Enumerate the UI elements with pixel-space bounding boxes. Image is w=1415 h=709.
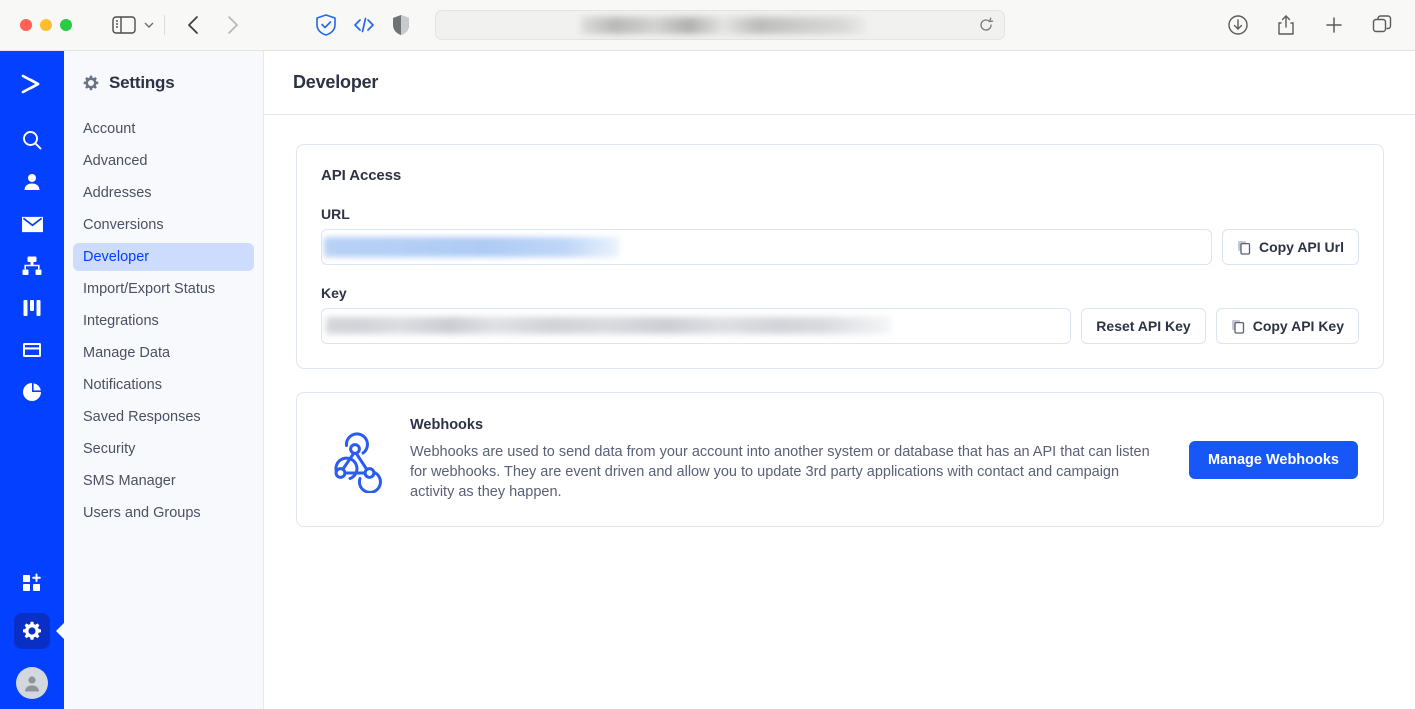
webhooks-card: Webhooks Webhooks are used to send data …	[296, 392, 1384, 527]
share-icon[interactable]	[1275, 14, 1297, 36]
browser-chrome	[0, 0, 1415, 51]
sidebar-item-advanced[interactable]: Advanced	[73, 147, 254, 175]
active-indicator-arrow	[56, 623, 64, 639]
gear-icon	[83, 75, 99, 91]
api-access-card: API Access URL Copy API Url Key Reset AP…	[296, 144, 1384, 369]
sidebar-item-developer[interactable]: Developer	[73, 243, 254, 271]
sidebar-item-settings[interactable]	[14, 613, 64, 649]
reload-icon[interactable]	[978, 17, 994, 33]
manage-webhooks-button[interactable]: Manage Webhooks	[1188, 440, 1358, 479]
copy-icon	[1231, 319, 1245, 334]
rail-bottom-group	[14, 557, 64, 709]
sidebar-item-deals[interactable]	[16, 292, 48, 324]
content-body: API Access URL Copy API Url Key Reset AP…	[264, 115, 1415, 527]
sidebar-item-addresses[interactable]: Addresses	[73, 179, 254, 207]
address-bar[interactable]	[435, 10, 1005, 40]
sidebar-item-reports[interactable]	[16, 376, 48, 408]
api-key-value-redacted	[326, 317, 891, 334]
sidebar-item-saved-responses[interactable]: Saved Responses	[73, 403, 254, 431]
copy-icon	[1237, 240, 1251, 255]
settings-nav-list: Account Advanced Addresses Conversions D…	[64, 115, 263, 527]
activecampaign-logo-icon[interactable]	[16, 68, 48, 100]
api-url-value-redacted	[324, 237, 619, 257]
api-url-label: URL	[321, 206, 350, 222]
webhooks-text-block: Webhooks Webhooks are used to send data …	[410, 417, 1167, 502]
zoom-window-button[interactable]	[60, 19, 72, 31]
url-text-redacted	[581, 17, 866, 34]
browser-toolbar-right	[1227, 14, 1393, 36]
sidebar-item-conversions[interactable]: Conversions	[73, 211, 254, 239]
page-title: Developer	[293, 72, 379, 92]
app-rail	[0, 51, 64, 709]
apps-plus-icon[interactable]	[16, 567, 48, 599]
reset-api-key-label: Reset API Key	[1096, 318, 1191, 334]
tab-overview-icon[interactable]	[1371, 14, 1393, 36]
sidebar-item-security[interactable]: Security	[73, 435, 254, 463]
api-key-row: Reset API Key Copy API Key	[321, 308, 1359, 344]
sidebar-item-contacts[interactable]	[16, 166, 48, 198]
sidebar-item-manage-data[interactable]: Manage Data	[73, 339, 254, 367]
api-url-field-block: URL Copy API Url	[321, 206, 1359, 265]
forward-button[interactable]	[219, 12, 245, 38]
sidebar-item-sms-manager[interactable]: SMS Manager	[73, 467, 254, 495]
minimize-window-button[interactable]	[40, 19, 52, 31]
webhook-icon	[322, 427, 388, 494]
sidebar-item-import-export-status[interactable]: Import/Export Status	[73, 275, 254, 303]
api-key-field-block: Key Reset API Key Copy API Key	[321, 285, 1359, 344]
api-url-input[interactable]	[321, 229, 1212, 265]
settings-panel-title: Settings	[109, 73, 175, 92]
new-tab-icon[interactable]	[1323, 14, 1345, 36]
reset-api-key-button[interactable]: Reset API Key	[1081, 308, 1206, 344]
code-icon[interactable]	[353, 14, 375, 36]
sidebar-item-account[interactable]: Account	[73, 115, 254, 143]
sidebar-toggle-icon[interactable]	[112, 15, 136, 35]
sidebar-item-search[interactable]	[16, 124, 48, 156]
sidebar-item-automations[interactable]	[16, 250, 48, 282]
copy-api-url-button[interactable]: Copy API Url	[1221, 229, 1359, 265]
page-header: Developer	[264, 51, 1415, 115]
privacy-report-icon[interactable]	[391, 14, 411, 36]
api-access-heading: API Access	[321, 167, 402, 184]
account-avatar[interactable]	[16, 667, 48, 699]
webhooks-description: Webhooks are used to send data from your…	[410, 444, 1150, 500]
chevron-down-icon[interactable]	[142, 15, 156, 35]
sidebar-item-notifications[interactable]: Notifications	[73, 371, 254, 399]
main-content: Developer API Access URL Copy API Url Ke…	[264, 51, 1415, 709]
api-key-input[interactable]	[321, 308, 1072, 344]
sidebar-item-campaigns[interactable]	[16, 208, 48, 240]
close-window-button[interactable]	[20, 19, 32, 31]
api-key-label: Key	[321, 285, 347, 301]
copy-api-key-label: Copy API Key	[1252, 318, 1344, 334]
webhooks-title: Webhooks	[410, 417, 484, 433]
shield-check-icon[interactable]	[315, 13, 337, 37]
sidebar-item-integrations[interactable]: Integrations	[73, 307, 254, 335]
settings-panel-header: Settings	[64, 51, 263, 93]
back-button[interactable]	[181, 12, 207, 38]
toolbar-divider	[164, 15, 165, 35]
downloads-icon[interactable]	[1227, 14, 1249, 36]
window-controls	[20, 19, 72, 31]
sidebar-item-pages[interactable]	[16, 334, 48, 366]
settings-nav-panel: Settings Account Advanced Addresses Conv…	[64, 51, 264, 709]
api-url-row: Copy API Url	[321, 229, 1359, 265]
copy-api-url-label: Copy API Url	[1258, 239, 1344, 255]
copy-api-key-button[interactable]: Copy API Key	[1215, 308, 1359, 344]
sidebar-item-users-and-groups[interactable]: Users and Groups	[73, 499, 254, 527]
